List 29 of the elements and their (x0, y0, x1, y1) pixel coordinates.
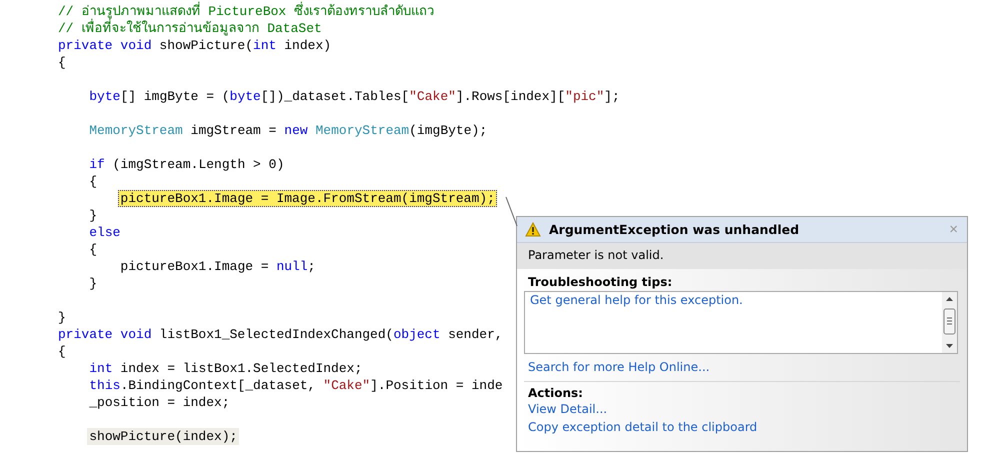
section-heading: Actions: (528, 386, 584, 400)
code-line: if (imgStream.Length > 0) (88, 156, 286, 173)
code-line: MemoryStream imgStream = new MemoryStream(imgByte); (88, 122, 488, 139)
code-line: } (88, 207, 98, 224)
code-line: private void listBox1_SelectedIndexChanged(object sender, (57, 326, 504, 343)
code-line: } (57, 309, 67, 326)
code-line: { (57, 343, 67, 360)
code-comment: // เพื่อที่จะใช้ในการอ่านข้อมูลจาก DataSet (56, 20, 324, 37)
section-heading: Troubleshooting tips: (528, 275, 674, 289)
warning-icon (525, 222, 541, 237)
action-link[interactable]: View Detail... (528, 402, 956, 416)
code-line: this.BindingContext[_dataset, "Cake"].Position = inde (88, 377, 504, 394)
code-line: private void showPicture(int index) (57, 37, 332, 54)
code-line: { (57, 54, 67, 71)
dialog-title: ArgumentException was unhandled (549, 222, 800, 237)
code-line: else (88, 224, 122, 241)
help-online-link[interactable]: Search for more Help Online... (528, 360, 710, 374)
leader-line (505, 196, 519, 228)
code-comment: // อ่านรูปภาพมาแสดงที่ PictureBox ซึ่งเราต้องทราบลำดับแถว (56, 3, 436, 20)
code-line: int index = listBox1.SelectedIndex; (88, 360, 364, 377)
code-line: } (88, 275, 98, 292)
help-link[interactable]: Get general help for this exception. (530, 293, 743, 307)
code-line: byte[] imgByte = (byte[])_dataset.Tables["Cake"].Rows[index]["pic"]; (88, 88, 621, 105)
error-message: Parameter is not valid. (517, 243, 967, 269)
action-link[interactable]: Copy exception detail to the clipboard (528, 420, 956, 434)
code-line: pictureBox1.Image = null; (119, 258, 316, 275)
code-line: { (88, 173, 98, 190)
code-line: _position = index; (88, 394, 231, 411)
code-line: { (88, 241, 98, 258)
